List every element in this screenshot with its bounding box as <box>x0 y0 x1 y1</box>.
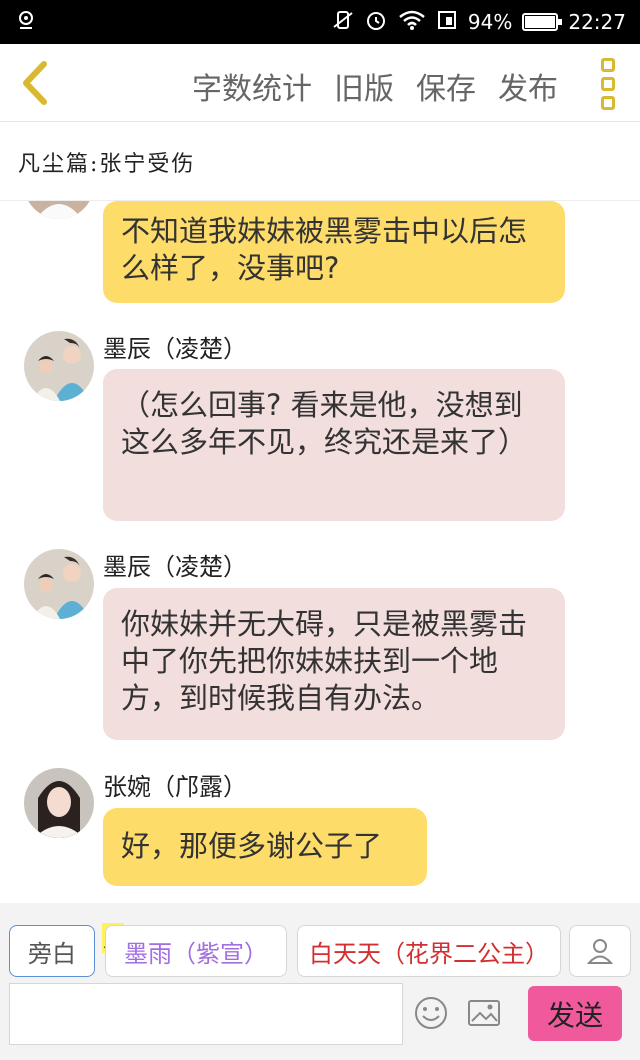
more-menu-icon[interactable] <box>598 58 618 110</box>
message-input[interactable] <box>9 983 403 1045</box>
battery-percent: 94% <box>467 10 513 34</box>
word-count-button[interactable]: 字数统计 <box>192 64 312 108</box>
status-bar: 94% 22:27 <box>0 0 640 44</box>
message-bubble[interactable]: 你妹妹并无大碍，只是被黑雾击中了你先把你妹妹扶到一个地方，到时候我自有办法。 <box>103 588 565 740</box>
avatar[interactable] <box>24 768 94 838</box>
sim-icon <box>436 9 458 36</box>
avatar[interactable] <box>24 201 94 219</box>
battery-fill <box>525 16 556 28</box>
save-button[interactable]: 保存 <box>416 64 476 108</box>
send-button[interactable]: 发送 <box>528 986 622 1041</box>
location-icon <box>14 8 38 37</box>
speaker-name: 张婉（邝露） <box>103 773 247 801</box>
back-arrow-icon[interactable] <box>16 60 56 106</box>
alarm-icon <box>364 8 388 37</box>
role-button[interactable]: 白天天（花界二公主） <box>297 925 561 977</box>
toolbar-actions: 字数统计 旧版 保存 发布 <box>192 64 558 108</box>
image-icon[interactable] <box>466 995 502 1031</box>
vibrate-icon <box>332 9 354 36</box>
avatar[interactable] <box>24 549 94 619</box>
top-toolbar: 字数统计 旧版 保存 发布 <box>0 44 640 122</box>
message-bubble[interactable]: 不知道我妹妹被黑雾击中以后怎么样了，没事吧? <box>103 201 565 303</box>
chat-area[interactable]: 不知道我妹妹被黑雾击中以后怎么样了，没事吧? 墨辰（凌楚） （怎么回事? 看来是… <box>0 201 640 903</box>
message-bubble[interactable]: 好，那便多谢公子了 <box>103 808 427 886</box>
narration-button[interactable]: 旁白 <box>9 925 95 977</box>
emoji-icon[interactable] <box>413 995 449 1031</box>
message-bubble[interactable]: （怎么回事? 看来是他，没想到这么多年不见，终究还是来了） <box>103 369 565 521</box>
battery-icon <box>522 13 563 31</box>
person-icon[interactable] <box>569 925 631 977</box>
old-version-button[interactable]: 旧版 <box>334 64 394 108</box>
clock-time: 22:27 <box>568 10 626 34</box>
avatar[interactable] <box>24 331 94 401</box>
composer-panel: 旁白 主 墨雨（紫宣） 白天天（花界二公主） 发送 <box>0 903 640 1060</box>
role-button[interactable]: 墨雨（紫宣） <box>105 925 287 977</box>
chapter-title: 凡尘篇:张宁受伤 <box>0 123 640 201</box>
speaker-name: 墨辰（凌楚） <box>103 553 247 581</box>
wifi-icon <box>398 9 426 36</box>
publish-button[interactable]: 发布 <box>498 64 558 108</box>
speaker-name: 墨辰（凌楚） <box>103 335 247 363</box>
